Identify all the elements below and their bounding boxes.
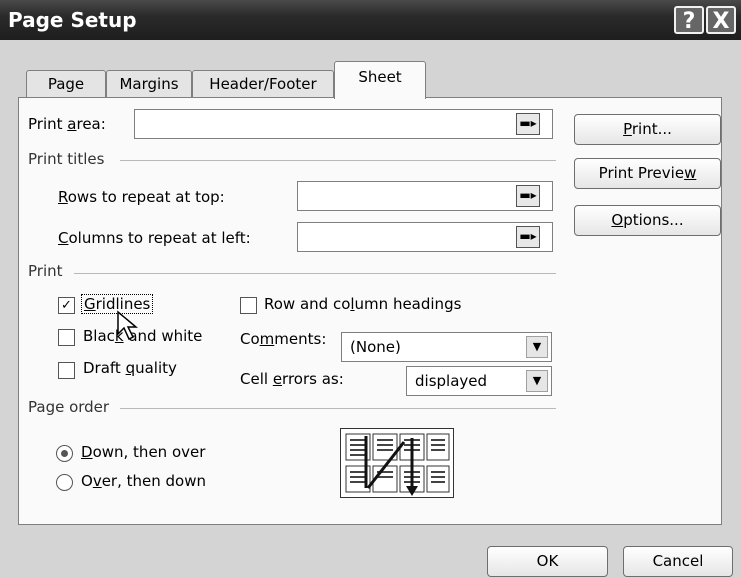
print-area-input[interactable]: ▬▸ (134, 109, 553, 139)
chevron-down-icon[interactable]: ▼ (526, 336, 548, 358)
comments-value: (None) (350, 338, 401, 356)
page-order-header: Page order (28, 398, 110, 416)
cell-errors-select[interactable]: displayed ▼ (406, 366, 552, 396)
ok-button[interactable]: OK (487, 546, 608, 577)
draft-quality-checkbox[interactable] (58, 362, 75, 379)
over-then-down-radio[interactable] (56, 474, 73, 491)
black-and-white-label: Black and white (83, 327, 203, 345)
help-button[interactable]: ? (674, 6, 704, 34)
draft-quality-label: Draft quality (83, 359, 177, 377)
columns-to-repeat-input[interactable]: ▬▸ (297, 222, 553, 252)
rows-to-repeat-label: Rows to repeat at top: (58, 188, 225, 206)
print-titles-divider (120, 160, 556, 161)
tab-margins[interactable]: Margins (106, 70, 192, 98)
columns-to-repeat-label: Columns to repeat at left: (58, 229, 251, 247)
collapse-dialog-icon[interactable]: ▬▸ (516, 113, 540, 135)
over-then-down-label: Over, then down (81, 472, 206, 490)
comments-label: Comments: (240, 330, 327, 348)
page-order-divider (120, 408, 556, 409)
comments-select[interactable]: (None) ▼ (341, 332, 552, 362)
down-then-over-label: Down, then over (81, 443, 206, 461)
black-and-white-checkbox[interactable] (58, 329, 75, 346)
print-divider (74, 273, 556, 274)
cell-errors-value: displayed (415, 372, 488, 390)
print-button[interactable]: Print... (574, 114, 721, 145)
collapse-dialog-icon[interactable]: ▬▸ (516, 185, 540, 207)
chevron-down-icon[interactable]: ▼ (526, 370, 548, 392)
tab-sheet[interactable]: Sheet (334, 61, 426, 99)
row-column-headings-checkbox[interactable] (240, 297, 257, 314)
tab-page[interactable]: Page (26, 70, 106, 98)
page-order-preview-icon (340, 428, 454, 498)
gridlines-checkbox[interactable]: ✓ (58, 297, 75, 314)
print-preview-button[interactable]: Print Preview (574, 158, 721, 189)
print-header: Print (28, 262, 63, 280)
tab-header-footer[interactable]: Header/Footer (192, 70, 334, 98)
down-then-over-radio[interactable] (56, 445, 73, 462)
row-column-headings-label: Row and column headings (264, 295, 462, 313)
print-titles-header: Print titles (28, 150, 105, 168)
options-button[interactable]: Options... (574, 205, 721, 236)
cancel-button[interactable]: Cancel (623, 546, 733, 577)
rows-to-repeat-input[interactable]: ▬▸ (297, 181, 553, 211)
print-area-label: Print area: (28, 115, 106, 133)
cell-errors-label: Cell errors as: (240, 370, 344, 388)
collapse-dialog-icon[interactable]: ▬▸ (516, 226, 540, 248)
mouse-cursor-icon (117, 310, 138, 341)
close-button[interactable]: X (706, 6, 736, 34)
dialog-title: Page Setup (8, 8, 137, 32)
